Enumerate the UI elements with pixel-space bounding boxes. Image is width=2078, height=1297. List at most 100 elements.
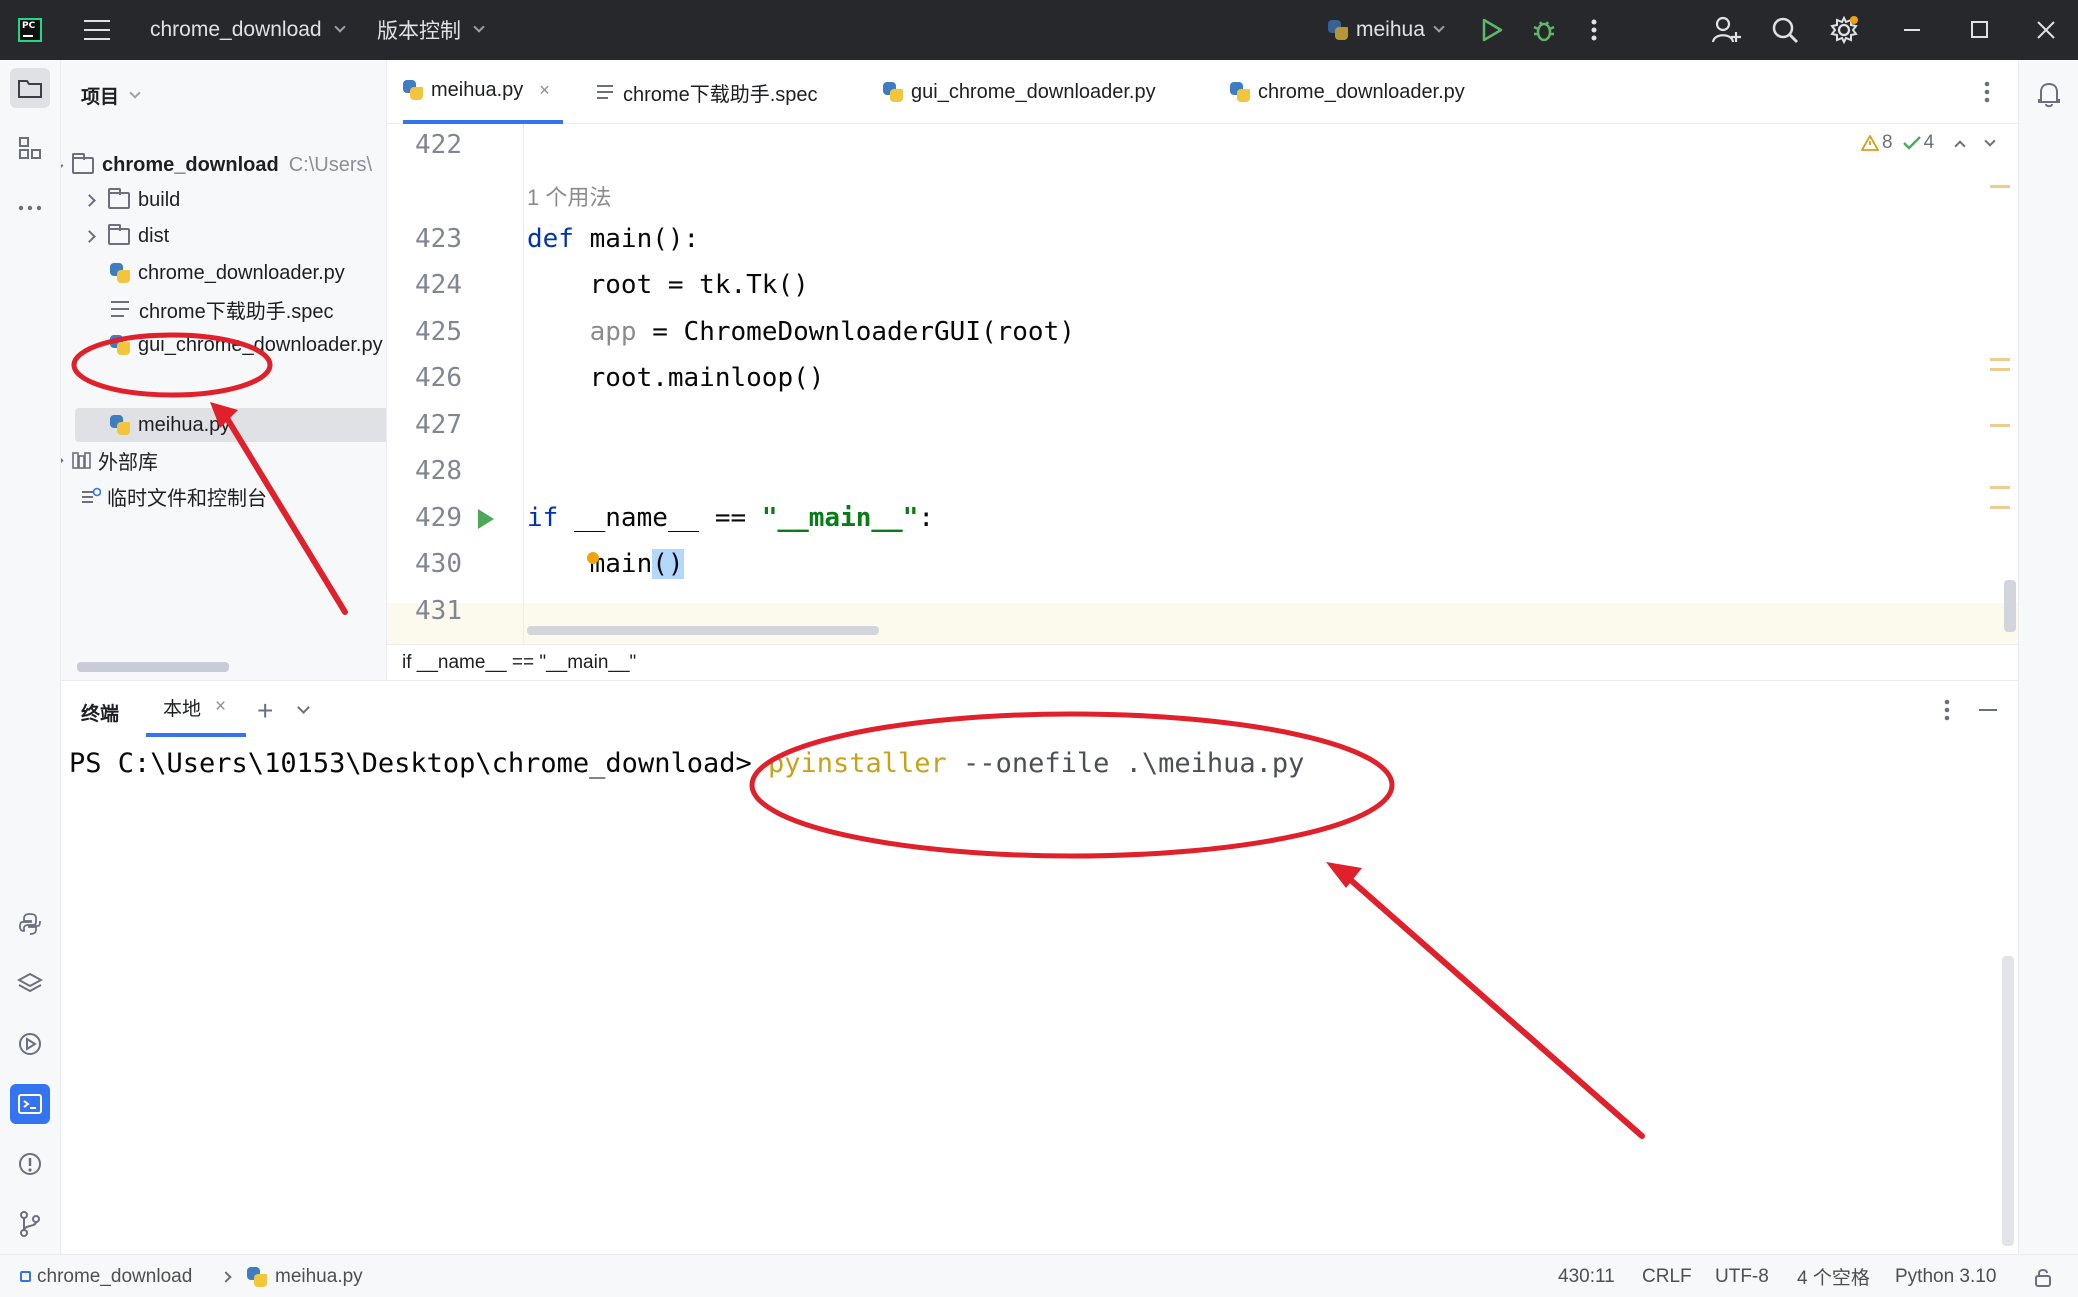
project-tool-folder-icon[interactable]	[10, 68, 50, 108]
more-actions-icon[interactable]	[1564, 0, 1624, 60]
tree-item-spec[interactable]: chrome下载助手.spec	[111, 292, 334, 326]
terminal-prompt-line[interactable]: PS C:\Users\10153\Desktop\chrome_downloa…	[69, 748, 1304, 779]
hide-panel-icon[interactable]	[1979, 709, 1997, 711]
run-config-label: meihua	[1356, 18, 1425, 41]
tree-item-dist[interactable]: dist	[83, 219, 170, 253]
project-view-selector[interactable]: 项目	[81, 82, 141, 109]
tree-item-scratches[interactable]: 临时文件和控制台	[81, 479, 267, 513]
error-stripe-mark[interactable]	[1990, 424, 2010, 427]
main-menu-icon[interactable]	[84, 20, 110, 40]
file-encoding[interactable]: UTF-8	[1715, 1255, 1769, 1297]
tab-label: chrome下载助手.spec	[623, 83, 818, 106]
line-separator[interactable]: CRLF	[1642, 1255, 1692, 1297]
run-config-selector[interactable]: meihua	[1328, 0, 1445, 60]
close-icon[interactable]	[2016, 0, 2076, 60]
error-stripe-mark[interactable]	[1990, 506, 2010, 509]
status-breadcrumb-project[interactable]: chrome_download	[20, 1255, 192, 1297]
minimize-icon[interactable]	[1883, 0, 1943, 60]
indent-setting[interactable]: 4 个空格	[1797, 1255, 1870, 1297]
tab-close-icon[interactable]: ×	[539, 80, 550, 101]
tab-close-icon[interactable]: ×	[215, 696, 226, 718]
add-user-icon[interactable]	[1696, 0, 1756, 60]
tab-label: meihua.py	[431, 78, 524, 101]
code-line-429[interactable]: if __name__ == "__main__":	[527, 503, 934, 533]
tree-item-external-libs[interactable]: 外部库	[61, 443, 158, 477]
code-line-424[interactable]: root = tk.Tk()	[527, 270, 809, 300]
line-number: 425	[415, 317, 462, 347]
intention-bulb-icon[interactable]	[587, 552, 599, 564]
maximize-icon[interactable]	[1950, 0, 2010, 60]
run-icon[interactable]	[1462, 0, 1522, 60]
lock-icon[interactable]	[2034, 1255, 2052, 1297]
tab-gui-downloader[interactable]: gui_chrome_downloader.py	[883, 60, 1156, 124]
tree-item-build[interactable]: build	[83, 183, 180, 217]
line-number: 429	[415, 503, 462, 533]
tree-item-label: chrome_downloader.py	[138, 261, 345, 284]
tab-meihua[interactable]: meihua.py ×	[403, 60, 563, 124]
terminal-prompt: PS C:\Users\10153\Desktop\chrome_downloa…	[69, 748, 768, 779]
editor-tabs: meihua.py × chrome下载助手.spec gui_chrome_d…	[387, 60, 2018, 124]
error-stripe-mark[interactable]	[1990, 358, 2010, 361]
caret-position[interactable]: 430:11	[1558, 1255, 1615, 1297]
code-unused-var: app	[589, 317, 637, 347]
python-icon	[1328, 20, 1348, 40]
tabs-more-icon[interactable]	[1984, 60, 1990, 124]
error-stripe-mark[interactable]	[1990, 486, 2010, 489]
terminal-tab-local[interactable]: 本地 ×	[146, 681, 246, 737]
inspection-widget[interactable]: 8 4	[1861, 132, 1996, 154]
search-icon[interactable]	[1755, 0, 1815, 60]
notifications-bell-icon[interactable]	[2029, 74, 2069, 114]
tree-item-label: 外部库	[98, 451, 158, 474]
project-switcher[interactable]: chrome_download	[150, 0, 346, 60]
line-number: 423	[415, 224, 462, 254]
check-count: 4	[1923, 132, 1935, 153]
tab-spec[interactable]: chrome下载助手.spec	[597, 60, 818, 124]
tree-root[interactable]: chrome_download C:\Users\	[61, 148, 372, 182]
problems-icon[interactable]	[10, 1144, 50, 1184]
error-stripe-mark[interactable]	[1990, 185, 2010, 188]
error-stripe-mark[interactable]	[1990, 368, 2010, 371]
editor-vertical-scrollbar[interactable]	[2004, 580, 2016, 632]
code-line-430[interactable]: main()	[527, 549, 684, 579]
line-number: 427	[415, 410, 462, 440]
git-branch-icon[interactable]	[10, 1204, 50, 1244]
services-icon[interactable]	[10, 1024, 50, 1064]
chevron-down-icon[interactable]	[297, 701, 310, 714]
python-file-icon	[247, 1266, 267, 1287]
run-gutter-icon[interactable]	[476, 508, 496, 535]
code-text: main():	[573, 224, 700, 254]
tab-chrome-downloader[interactable]: chrome_downloader.py	[1230, 60, 1465, 124]
new-terminal-plus-icon[interactable]: +	[257, 695, 273, 727]
settings-gear-icon[interactable]	[1814, 0, 1874, 60]
status-breadcrumb-file[interactable]: meihua.py	[247, 1255, 363, 1297]
chevron-down-icon[interactable]	[1984, 134, 1996, 147]
tree-item-meihua[interactable]: meihua.py	[110, 408, 230, 442]
folder-icon	[108, 187, 130, 209]
code-breadcrumb[interactable]: if __name__ == "__main__"	[387, 644, 2018, 680]
vcs-menu[interactable]: 版本控制	[377, 0, 485, 60]
more-tools-icon[interactable]	[10, 188, 50, 228]
terminal-icon[interactable]	[10, 1084, 50, 1124]
code-line-426[interactable]: root.mainloop()	[527, 363, 825, 393]
root-folder-path: C:\Users\	[288, 153, 373, 176]
tree-item-gui-downloader[interactable]: gui_chrome_downloader.py	[110, 328, 383, 362]
code-line-423[interactable]: def main():	[527, 224, 699, 254]
line-number: 426	[415, 363, 462, 393]
editor-horizontal-scrollbar[interactable]	[527, 626, 879, 635]
terminal-vertical-scrollbar[interactable]	[2002, 956, 2014, 1246]
terminal-options-icon[interactable]	[1944, 699, 1950, 726]
terminal-title: 终端	[81, 704, 120, 725]
python-console-icon[interactable]	[10, 904, 50, 944]
structure-icon[interactable]	[10, 128, 50, 168]
terminal-header: 终端 本地 × +	[61, 681, 2018, 741]
usage-hint[interactable]: 1 个用法	[527, 180, 611, 212]
project-horizontal-scrollbar[interactable]	[77, 662, 229, 672]
chevron-up-icon[interactable]	[1954, 139, 1966, 152]
tab-label: chrome_downloader.py	[1258, 80, 1465, 103]
code-line-425[interactable]: app = ChromeDownloaderGUI(root)	[527, 317, 1075, 347]
pycharm-logo-icon: PC	[18, 18, 42, 42]
python-interpreter[interactable]: Python 3.10	[1895, 1255, 1996, 1297]
layers-icon[interactable]	[10, 964, 50, 1004]
tree-item-label: dist	[138, 224, 170, 247]
tree-item-chrome-downloader[interactable]: chrome_downloader.py	[110, 256, 345, 290]
